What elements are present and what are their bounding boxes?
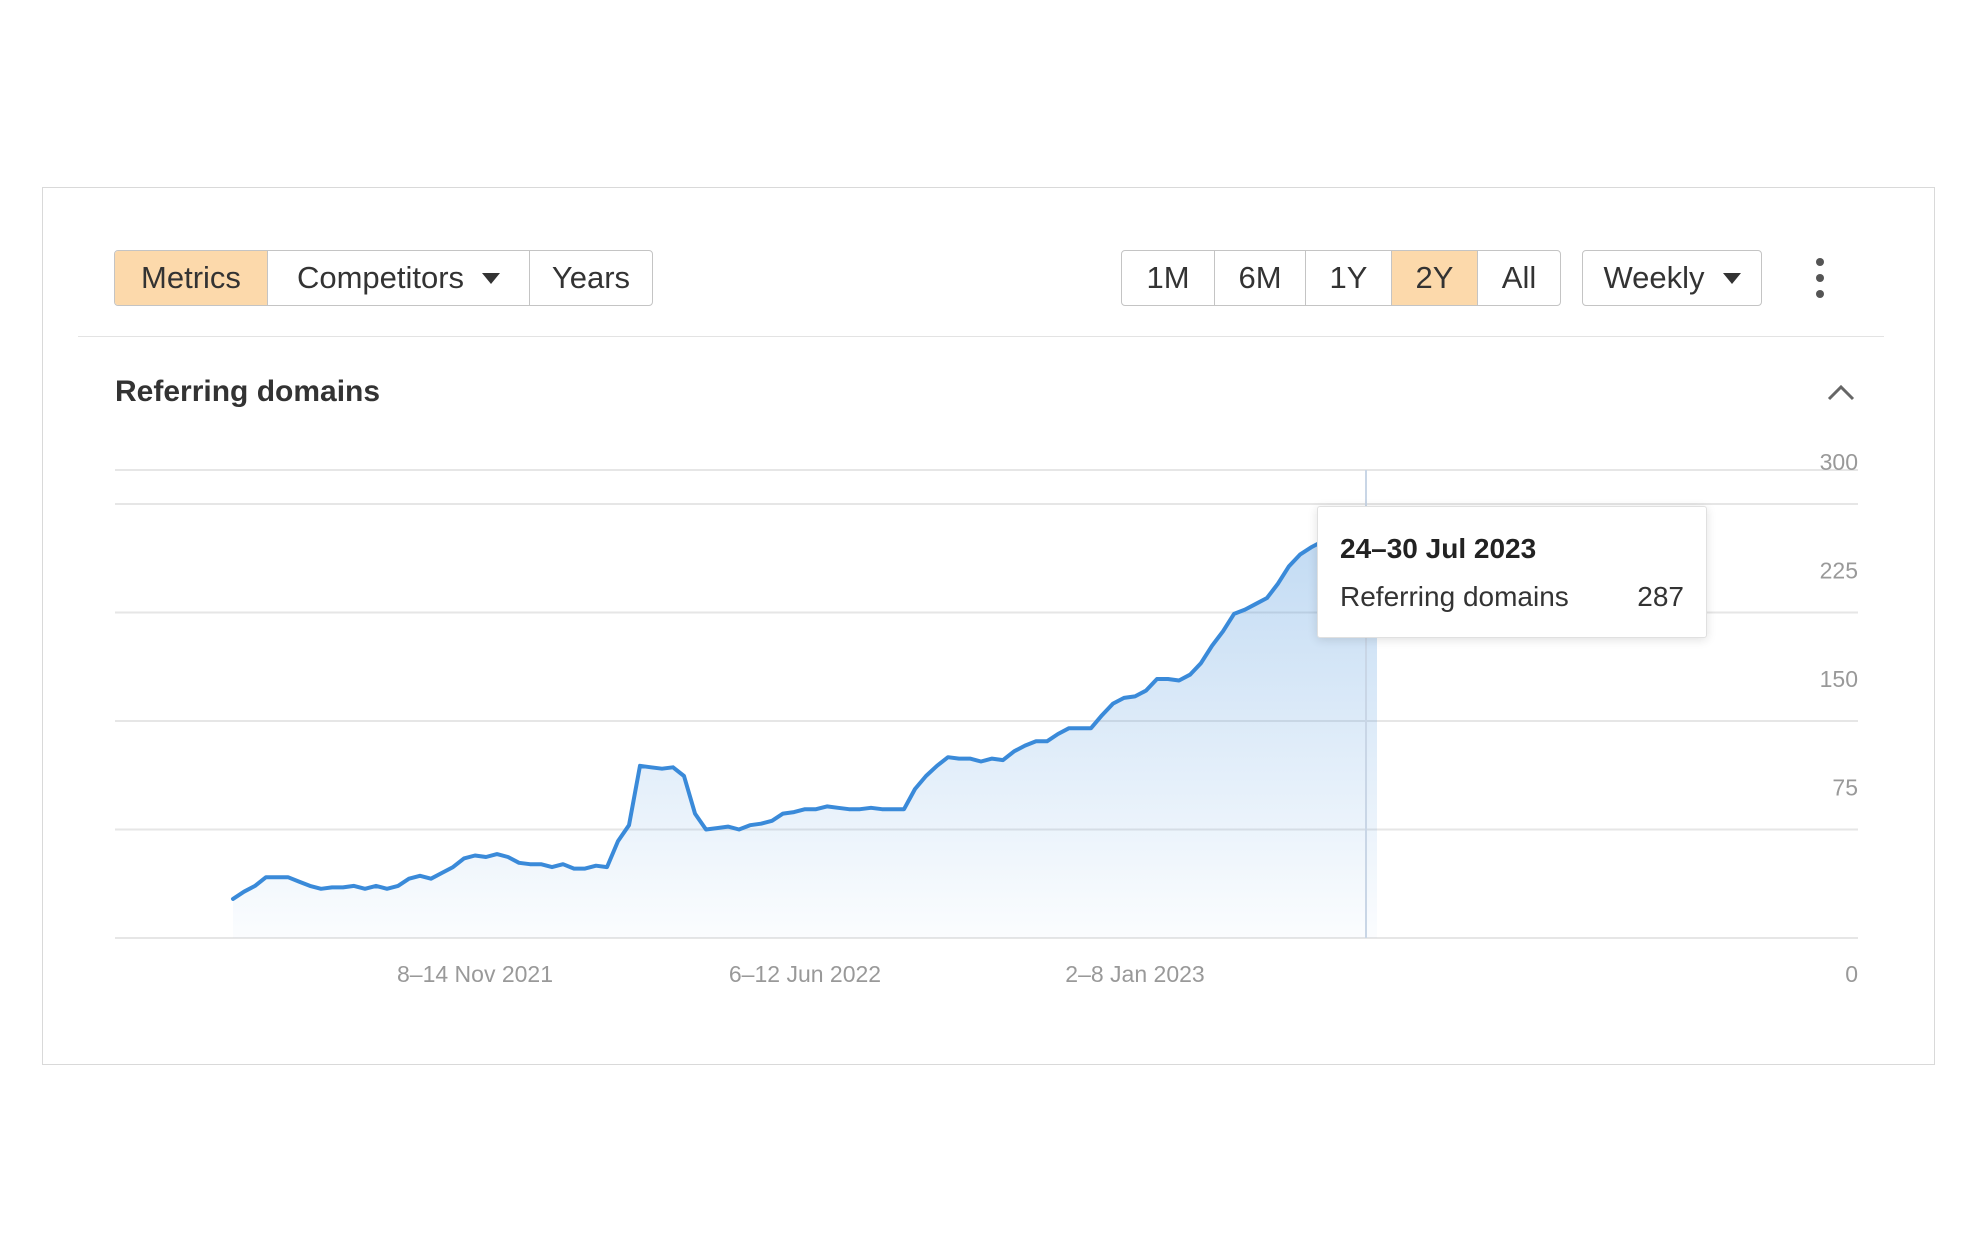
x-tick-label: 2–8 Jan 2023	[1065, 961, 1204, 987]
x-tick-label: 6–12 Jun 2022	[729, 961, 881, 987]
y-tick-label: 225	[1820, 558, 1858, 584]
y-tick-label: 75	[1832, 775, 1858, 801]
tooltip-label: Referring domains	[1340, 581, 1569, 612]
y-tick-label: 0	[1845, 961, 1858, 987]
chart-tooltip: 24–30 Jul 2023 Referring domains 287	[1317, 506, 1707, 638]
y-tick-label: 150	[1820, 666, 1858, 692]
tooltip-value: 287	[1637, 581, 1684, 612]
y-tick-label: 300	[1820, 449, 1858, 475]
tooltip-date: 24–30 Jul 2023	[1340, 533, 1537, 564]
series-area	[233, 522, 1377, 938]
x-tick-label: 8–14 Nov 2021	[397, 961, 553, 987]
